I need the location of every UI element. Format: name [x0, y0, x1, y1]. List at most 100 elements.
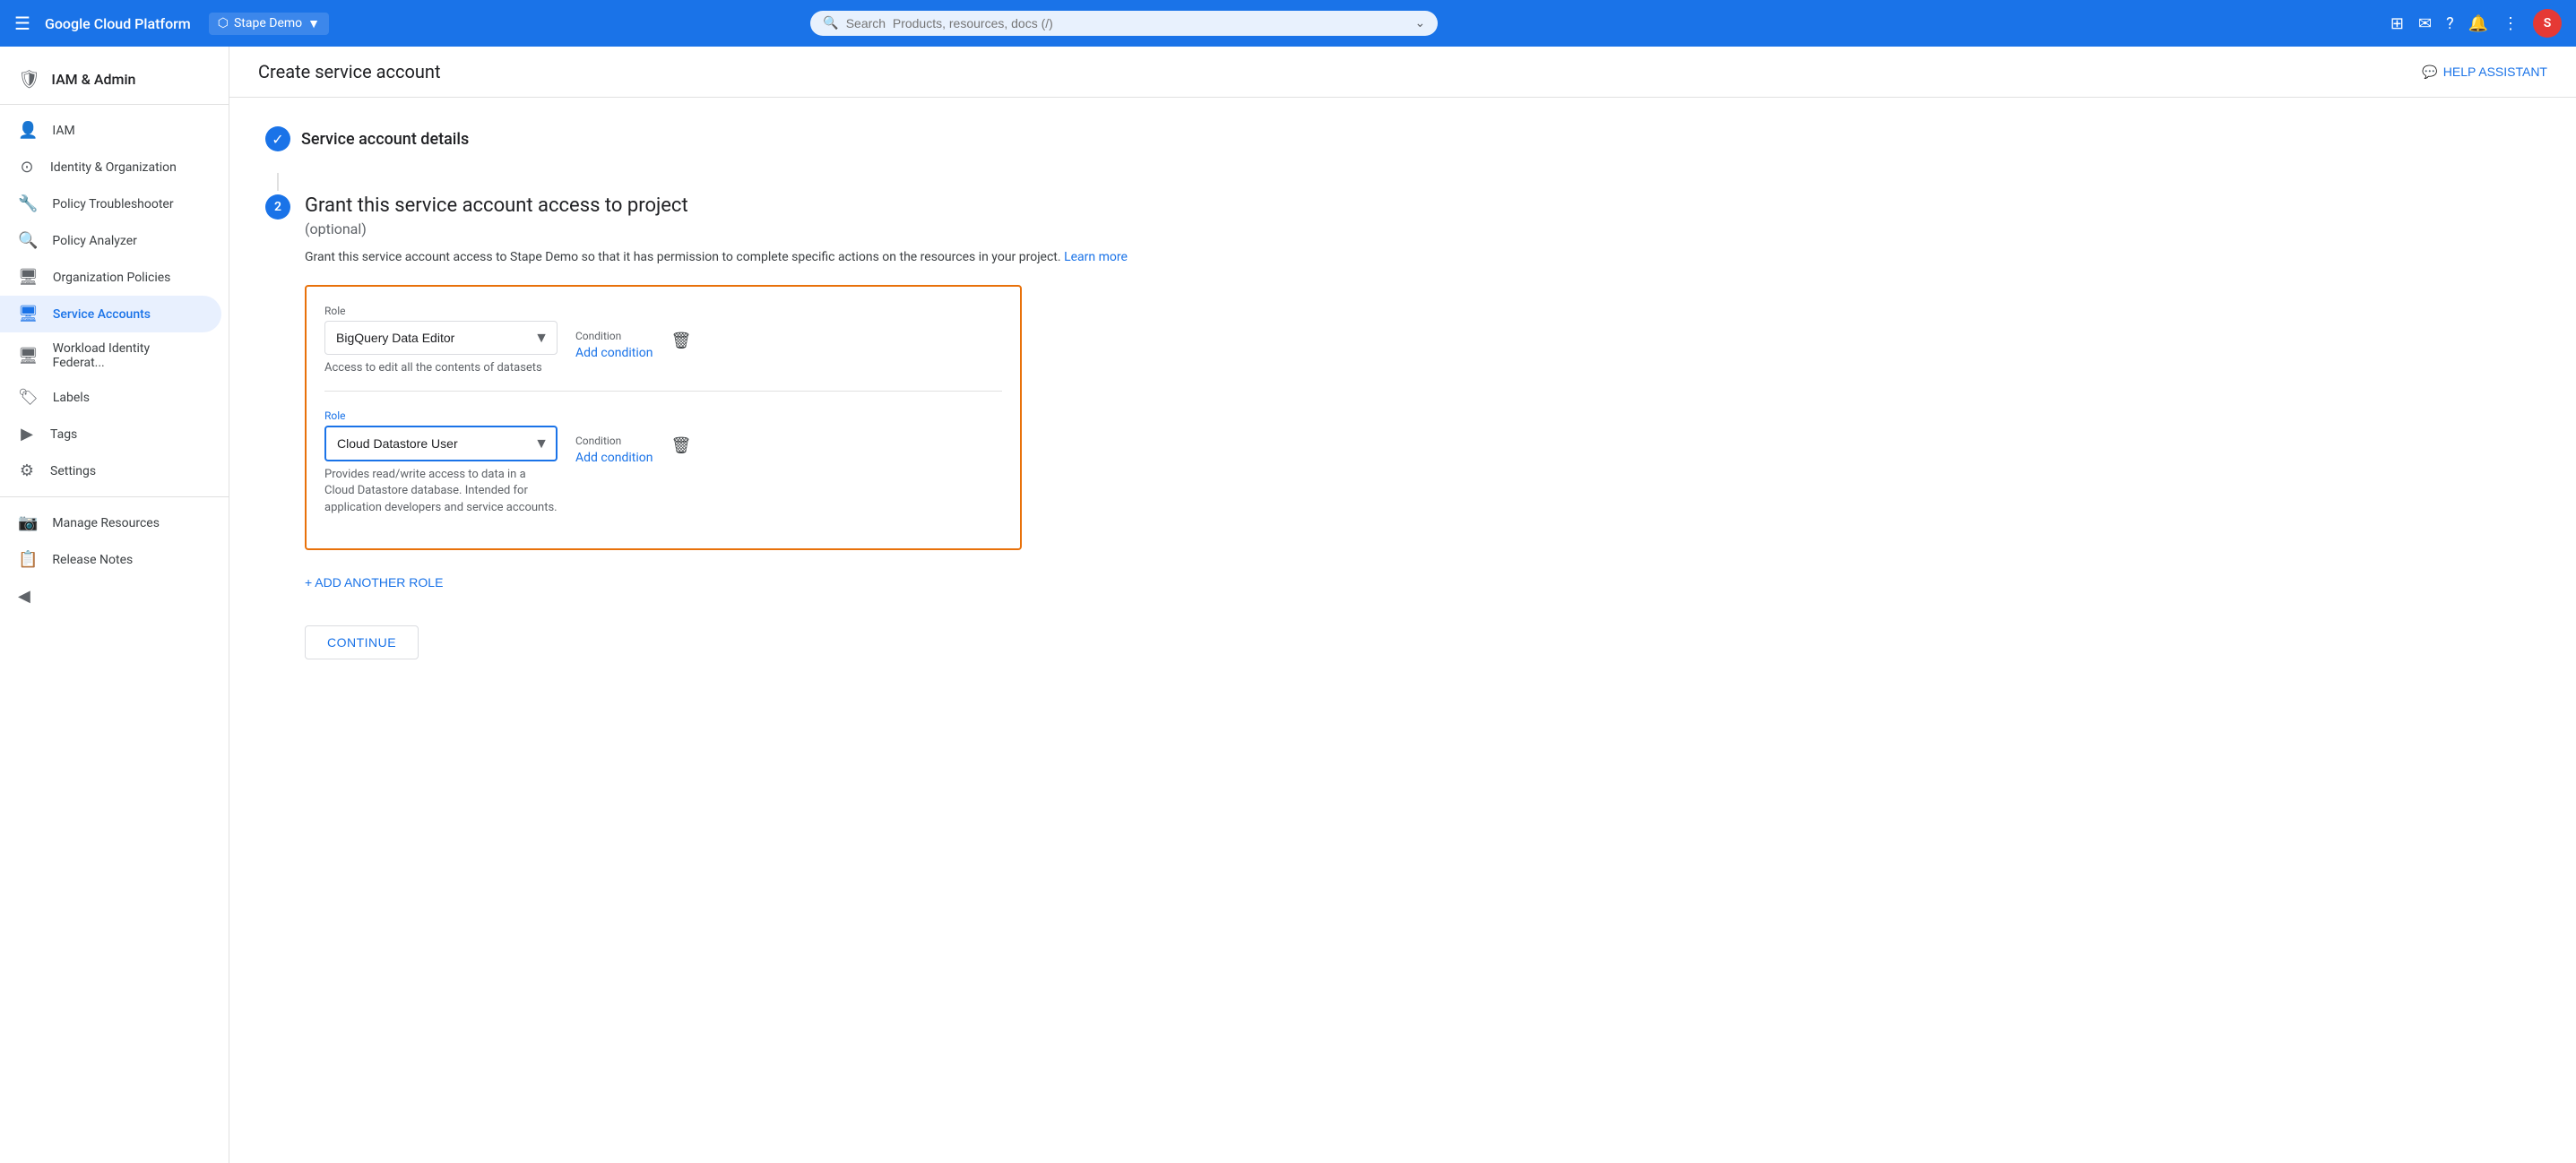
sidebar-item-label: Labels — [53, 391, 90, 405]
sidebar-item-iam[interactable]: 👤 IAM — [0, 112, 221, 149]
role1-description: Access to edit all the contents of datas… — [324, 360, 558, 376]
sidebar-item-label: Release Notes — [52, 553, 133, 567]
role1-select-group: Role BigQuery Data Editor ▼ Access to ed… — [324, 305, 558, 376]
add-another-role-button[interactable]: + ADD ANOTHER ROLE — [305, 568, 443, 597]
role2-select[interactable]: Cloud Datastore User — [324, 426, 558, 461]
sidebar-item-policy-analyzer[interactable]: 🔍 Policy Analyzer — [0, 222, 221, 259]
troubleshooter-icon: 🔧 — [18, 194, 38, 213]
project-name: Stape Demo — [234, 16, 302, 30]
sidebar-item-label: IAM — [52, 124, 74, 138]
role2-delete-button[interactable]: 🗑 — [670, 409, 691, 455]
workload-icon: 🖥 — [18, 347, 39, 366]
role2-select-group: Role Cloud Datastore User ▼ Provides rea… — [324, 409, 558, 516]
sidebar-item-label: Identity & Organization — [50, 160, 177, 175]
role2-add-condition-link[interactable]: Add condition — [575, 451, 653, 465]
step2-section: 2 Grant this service account access to p… — [265, 194, 2540, 659]
service-accounts-icon: 🖥 — [18, 305, 39, 323]
release-notes-icon: 📋 — [18, 550, 38, 569]
sidebar-item-label: Service Accounts — [53, 307, 151, 322]
analyzer-icon: 🔍 — [18, 231, 38, 250]
sidebar-item-label: Settings — [50, 464, 96, 478]
tags-icon: ▶ — [18, 425, 36, 444]
sidebar-item-label: Workload Identity Federat... — [53, 341, 203, 370]
avatar[interactable]: S — [2533, 9, 2562, 38]
search-bar[interactable]: 🔍 ⌄ — [810, 11, 1438, 36]
role-row-divider — [324, 391, 1002, 392]
search-input[interactable] — [846, 16, 1408, 30]
step2-number: 2 — [265, 194, 290, 220]
sidebar-item-label: Policy Analyzer — [52, 234, 136, 248]
settings-icon: ⚙ — [18, 461, 36, 480]
sidebar-item-labels[interactable]: 🏷 Labels — [0, 379, 221, 416]
project-selector[interactable]: ⬡ Stape Demo ▼ — [209, 13, 329, 35]
continue-button[interactable]: CONTINUE — [305, 625, 419, 659]
sidebar-title: IAM & Admin — [51, 71, 135, 88]
sidebar-item-manage-resources[interactable]: 📷 Manage Resources — [0, 504, 221, 541]
step1-title: Service account details — [301, 130, 469, 149]
sidebar-item-label: Organization Policies — [53, 271, 171, 285]
sidebar-item-label: Policy Troubleshooter — [52, 197, 173, 211]
role2-select-wrapper[interactable]: Cloud Datastore User ▼ — [324, 426, 558, 461]
step2-subheading: (optional) — [305, 220, 2540, 237]
help-icon[interactable]: ? — [2446, 14, 2454, 33]
sidebar-item-release-notes[interactable]: 📋 Release Notes — [0, 541, 221, 578]
sidebar-item-workload-identity[interactable]: 🖥 Workload Identity Federat... — [0, 332, 221, 379]
page-title: Create service account — [258, 61, 441, 82]
role2-label: Role — [324, 409, 558, 422]
main-content: Create service account 💬 HELP ASSISTANT … — [229, 47, 2576, 1163]
sidebar-header: 🛡 IAM & Admin — [0, 54, 229, 105]
sidebar: 🛡 IAM & Admin 👤 IAM ⊙ Identity & Organiz… — [0, 47, 229, 1163]
content-area: ✓ Service account details 2 Grant this s… — [229, 98, 2576, 688]
step1-completed: ✓ Service account details — [265, 126, 2540, 151]
org-policies-icon: 🖥 — [18, 268, 39, 287]
learn-more-link[interactable]: Learn more — [1064, 250, 1128, 264]
sidebar-item-label: Tags — [50, 427, 77, 442]
main-layout: 🛡 IAM & Admin 👤 IAM ⊙ Identity & Organiz… — [0, 47, 2576, 1163]
sidebar-item-tags[interactable]: ▶ Tags — [0, 416, 221, 452]
role-row-1: Role BigQuery Data Editor ▼ Access to ed… — [324, 305, 1002, 376]
sidebar-item-identity-org[interactable]: ⊙ Identity & Organization — [0, 149, 221, 185]
collapse-icon: ◀ — [18, 587, 30, 606]
search-icon: 🔍 — [823, 16, 838, 30]
sidebar-item-policy-troubleshooter[interactable]: 🔧 Policy Troubleshooter — [0, 185, 221, 222]
step1-check-circle: ✓ — [265, 126, 290, 151]
role1-condition-label: Condition — [575, 330, 653, 342]
project-icon: ⬡ — [218, 16, 229, 30]
step-connector-line — [277, 173, 279, 191]
shield-icon: 🛡 — [18, 68, 40, 90]
role2-condition-group: Condition Add condition — [575, 409, 653, 465]
help-assistant-button[interactable]: 💬 HELP ASSISTANT — [2422, 65, 2547, 80]
role2-description: Provides read/write access to data in a … — [324, 467, 558, 516]
role1-add-condition-link[interactable]: Add condition — [575, 346, 653, 360]
role1-delete-button[interactable]: 🗑 — [670, 305, 691, 350]
brand-name: Google Cloud Platform — [45, 15, 191, 32]
manage-resources-icon: 📷 — [18, 513, 38, 532]
role2-condition-label: Condition — [575, 435, 653, 447]
step2-heading: Grant this service account access to pro… — [305, 194, 2540, 217]
project-chevron: ▼ — [307, 16, 320, 31]
help-assistant-icon: 💬 — [2422, 65, 2437, 80]
step2-content: Grant this service account access to pro… — [305, 194, 2540, 659]
hamburger-menu[interactable]: ☰ — [14, 13, 30, 34]
search-expand-icon: ⌄ — [1415, 16, 1426, 30]
top-navigation: ☰ Google Cloud Platform ⬡ Stape Demo ▼ 🔍… — [0, 0, 2576, 47]
role1-label: Role — [324, 305, 558, 317]
notifications-icon[interactable]: 🔔 — [2468, 14, 2488, 33]
checkmark-icon: ✓ — [272, 131, 283, 148]
sidebar-item-label: Manage Resources — [52, 516, 160, 530]
step2-description-text: Grant this service account access to Sta… — [305, 250, 1061, 264]
mail-icon[interactable]: ✉ — [2418, 14, 2432, 33]
roles-box: Role BigQuery Data Editor ▼ Access to ed… — [305, 285, 1022, 550]
sidebar-item-service-accounts[interactable]: 🖥 Service Accounts — [0, 296, 221, 332]
role1-condition-group: Condition Add condition — [575, 305, 653, 360]
sidebar-collapse-btn[interactable]: ◀ — [0, 578, 229, 615]
more-icon[interactable]: ⋮ — [2503, 14, 2519, 33]
sidebar-item-settings[interactable]: ⚙ Settings — [0, 452, 221, 489]
page-header: Create service account 💬 HELP ASSISTANT — [229, 47, 2576, 98]
grid-icon[interactable]: ⊞ — [2390, 14, 2404, 33]
role-row-2: Role Cloud Datastore User ▼ Provides rea… — [324, 409, 1002, 516]
role1-select-wrapper[interactable]: BigQuery Data Editor ▼ — [324, 321, 558, 355]
labels-icon: 🏷 — [18, 388, 39, 407]
role1-select[interactable]: BigQuery Data Editor — [324, 321, 558, 355]
sidebar-item-org-policies[interactable]: 🖥 Organization Policies — [0, 259, 221, 296]
